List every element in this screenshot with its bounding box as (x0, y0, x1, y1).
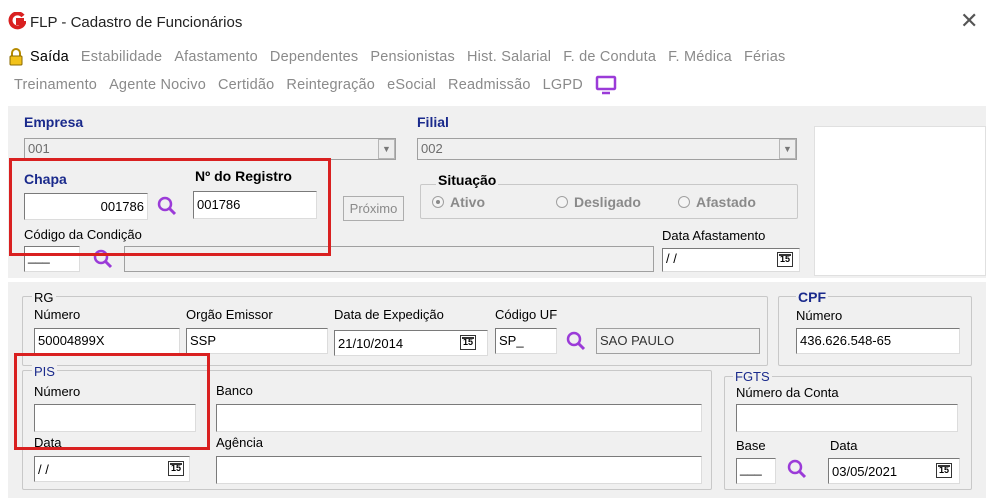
fgts-data-label: Data (830, 438, 858, 453)
afastamento-calendar-icon[interactable]: 15 (777, 252, 793, 267)
empresa-dropdown-icon[interactable]: ▼ (378, 139, 395, 159)
highlight-chapa-registro (9, 158, 331, 256)
radio-ativo-icon (432, 196, 444, 208)
pis-banco-field[interactable] (216, 404, 702, 432)
radio-desligado[interactable]: Desligado (556, 194, 641, 210)
menu-afastamento[interactable]: Afastamento (174, 49, 258, 65)
rg-uf-field[interactable]: SP_ (495, 328, 557, 354)
menu-agente-nocivo[interactable]: Agente Nocivo (109, 77, 206, 93)
radio-desligado-label: Desligado (574, 194, 641, 210)
radio-ativo[interactable]: Ativo (432, 194, 485, 210)
filial-field[interactable]: 002 (417, 138, 797, 160)
radio-desligado-icon (556, 196, 568, 208)
pis-data-field[interactable]: / / (34, 456, 190, 482)
fgts-group-label: FGTS (733, 369, 772, 384)
menu-dependentes[interactable]: Dependentes (270, 49, 358, 65)
menu-hist-salarial[interactable]: Hist. Salarial (467, 49, 551, 65)
title-bar: FLP - Cadastro de Funcionários ✕ (0, 0, 990, 44)
menu-reintegracao[interactable]: Reintegração (286, 77, 375, 93)
cpf-numero-label: Número (796, 308, 843, 323)
rg-uf-search-icon[interactable] (565, 330, 587, 352)
pis-agencia-field[interactable] (216, 456, 702, 484)
window-title: FLP - Cadastro de Funcionários (30, 14, 243, 31)
empresa-label: Empresa (24, 114, 84, 130)
app-logo-icon (8, 12, 26, 30)
photo-area (814, 126, 986, 276)
cpf-numero-field[interactable]: 436.626.548-65 (796, 328, 960, 354)
menu-bar: Saída Estabilidade Afastamento Dependent… (0, 44, 990, 102)
situacao-label: Situação (436, 172, 499, 188)
empresa-field[interactable]: 001 (24, 138, 396, 160)
proximo-button[interactable]: Próximo (343, 196, 404, 221)
menu-f-conduta[interactable]: F. de Conduta (563, 49, 656, 65)
menu-ferias[interactable]: Férias (744, 49, 786, 65)
radio-afastado[interactable]: Afastado (678, 194, 756, 210)
rg-numero-field[interactable]: 50004899X (34, 328, 180, 354)
rg-orgao-field[interactable]: SSP (186, 328, 328, 354)
rg-numero-label: Número (34, 307, 81, 322)
radio-afastado-label: Afastado (696, 194, 756, 210)
fgts-data-calendar-icon[interactable]: 15 (936, 463, 952, 478)
cpf-group-label: CPF (796, 289, 828, 305)
rg-group-label: RG (32, 290, 56, 305)
pis-banco-label: Banco (216, 383, 253, 398)
radio-ativo-label: Ativo (450, 194, 485, 210)
rg-data-calendar-icon[interactable]: 15 (460, 335, 476, 350)
rg-orgao-label: Orgão Emissor (186, 307, 273, 322)
menu-f-medica[interactable]: F. Médica (668, 49, 732, 65)
filial-dropdown-icon[interactable]: ▼ (779, 139, 796, 159)
menu-saida[interactable]: Saída (30, 49, 69, 65)
menu-estabilidade[interactable]: Estabilidade (81, 49, 162, 65)
fgts-base-field[interactable]: ___ (736, 458, 776, 484)
menu-pensionistas[interactable]: Pensionistas (370, 49, 455, 65)
menu-esocial[interactable]: eSocial (387, 77, 436, 93)
filial-label: Filial (417, 114, 449, 130)
pis-agencia-label: Agência (216, 435, 263, 450)
fgts-base-search-icon[interactable] (786, 458, 808, 480)
rg-uf-nome-field: SAO PAULO (596, 328, 760, 354)
pis-data-calendar-icon[interactable]: 15 (168, 461, 184, 476)
rg-data-label: Data de Expedição (334, 307, 444, 322)
fgts-conta-field[interactable] (736, 404, 958, 432)
rg-uf-label: Código UF (495, 307, 558, 322)
monitor-icon[interactable] (595, 75, 617, 95)
close-button[interactable]: ✕ (960, 8, 978, 34)
fgts-base-label: Base (736, 438, 766, 453)
menu-treinamento[interactable]: Treinamento (14, 77, 97, 93)
lock-icon (8, 48, 24, 66)
fgts-conta-label: Número da Conta (736, 385, 839, 400)
highlight-pis (14, 353, 210, 450)
menu-lgpd[interactable]: LGPD (543, 77, 583, 93)
afastamento-label: Data Afastamento (662, 228, 766, 243)
menu-certidao[interactable]: Certidão (218, 77, 274, 93)
radio-afastado-icon (678, 196, 690, 208)
menu-readmissao[interactable]: Readmissão (448, 77, 531, 93)
